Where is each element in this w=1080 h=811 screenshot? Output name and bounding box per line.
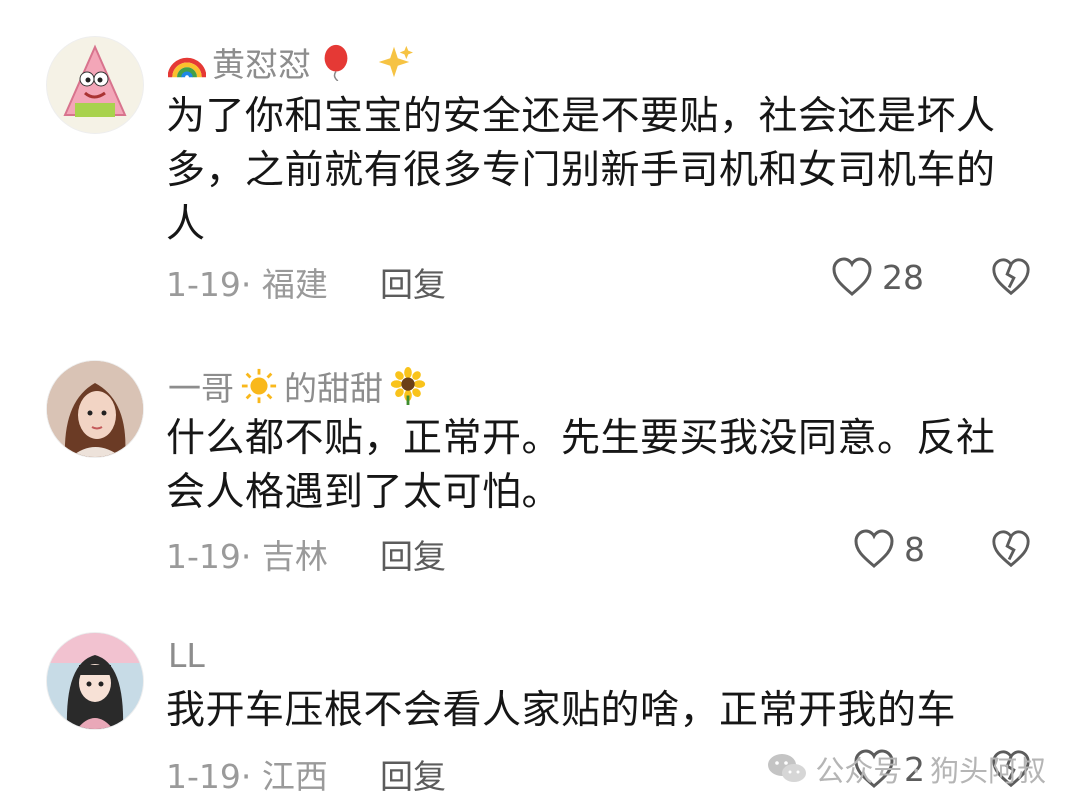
- sparkles-icon: [378, 45, 413, 78]
- heart-outline-icon: [832, 257, 872, 296]
- balloon-icon: [324, 44, 348, 81]
- watermark-text: 公众号 · 狗头阿叔: [815, 754, 1046, 788]
- comment-date-location: 1-19· 吉林: [166, 537, 328, 576]
- comment-date-location: 1-19· 福建: [166, 265, 328, 304]
- like-count: 8: [904, 529, 925, 569]
- heart-outline-icon: [854, 529, 894, 568]
- username-text: 黄怼怼: [212, 45, 311, 84]
- rainbow-icon: [168, 57, 206, 78]
- avatar[interactable]: [46, 632, 144, 730]
- like-button[interactable]: 8: [852, 528, 925, 570]
- username-text-part1: 一哥: [168, 369, 234, 408]
- sunflower-icon: [390, 367, 426, 405]
- avatar[interactable]: [46, 36, 144, 134]
- watermark: 公众号 · 狗头阿叔: [767, 748, 1046, 790]
- wechat-icon: [768, 754, 807, 782]
- avatar[interactable]: [46, 360, 144, 458]
- reply-button[interactable]: 回复: [380, 530, 446, 578]
- comment-text: 什么都不贴，正常开。先生要买我没同意。反社会人格遇到了太可怕。: [166, 416, 996, 515]
- username[interactable]: LL: [168, 636, 205, 675]
- username[interactable]: 一哥 的甜甜: [168, 362, 427, 410]
- username-text: LL: [168, 636, 205, 675]
- broken-heart-icon[interactable]: [990, 256, 1032, 298]
- like-count: 28: [882, 257, 924, 297]
- broken-heart-icon[interactable]: [990, 528, 1032, 570]
- reply-button[interactable]: 回复: [380, 750, 446, 798]
- like-button[interactable]: 28: [830, 256, 924, 298]
- comment-text: 为了你和宝宝的安全还是不要贴，社会还是坏人多，之前就有很多专门别新手司机和女司机…: [166, 94, 996, 247]
- comment-date-location: 1-19· 江西: [166, 757, 328, 796]
- reply-button[interactable]: 回复: [380, 258, 446, 306]
- username[interactable]: 黄怼怼: [168, 38, 413, 86]
- username-text-part2: 的甜甜: [284, 369, 383, 408]
- comment-text: 我开车压根不会看人家贴的啥，正常开我的车: [166, 688, 957, 733]
- sun-icon: [241, 368, 277, 404]
